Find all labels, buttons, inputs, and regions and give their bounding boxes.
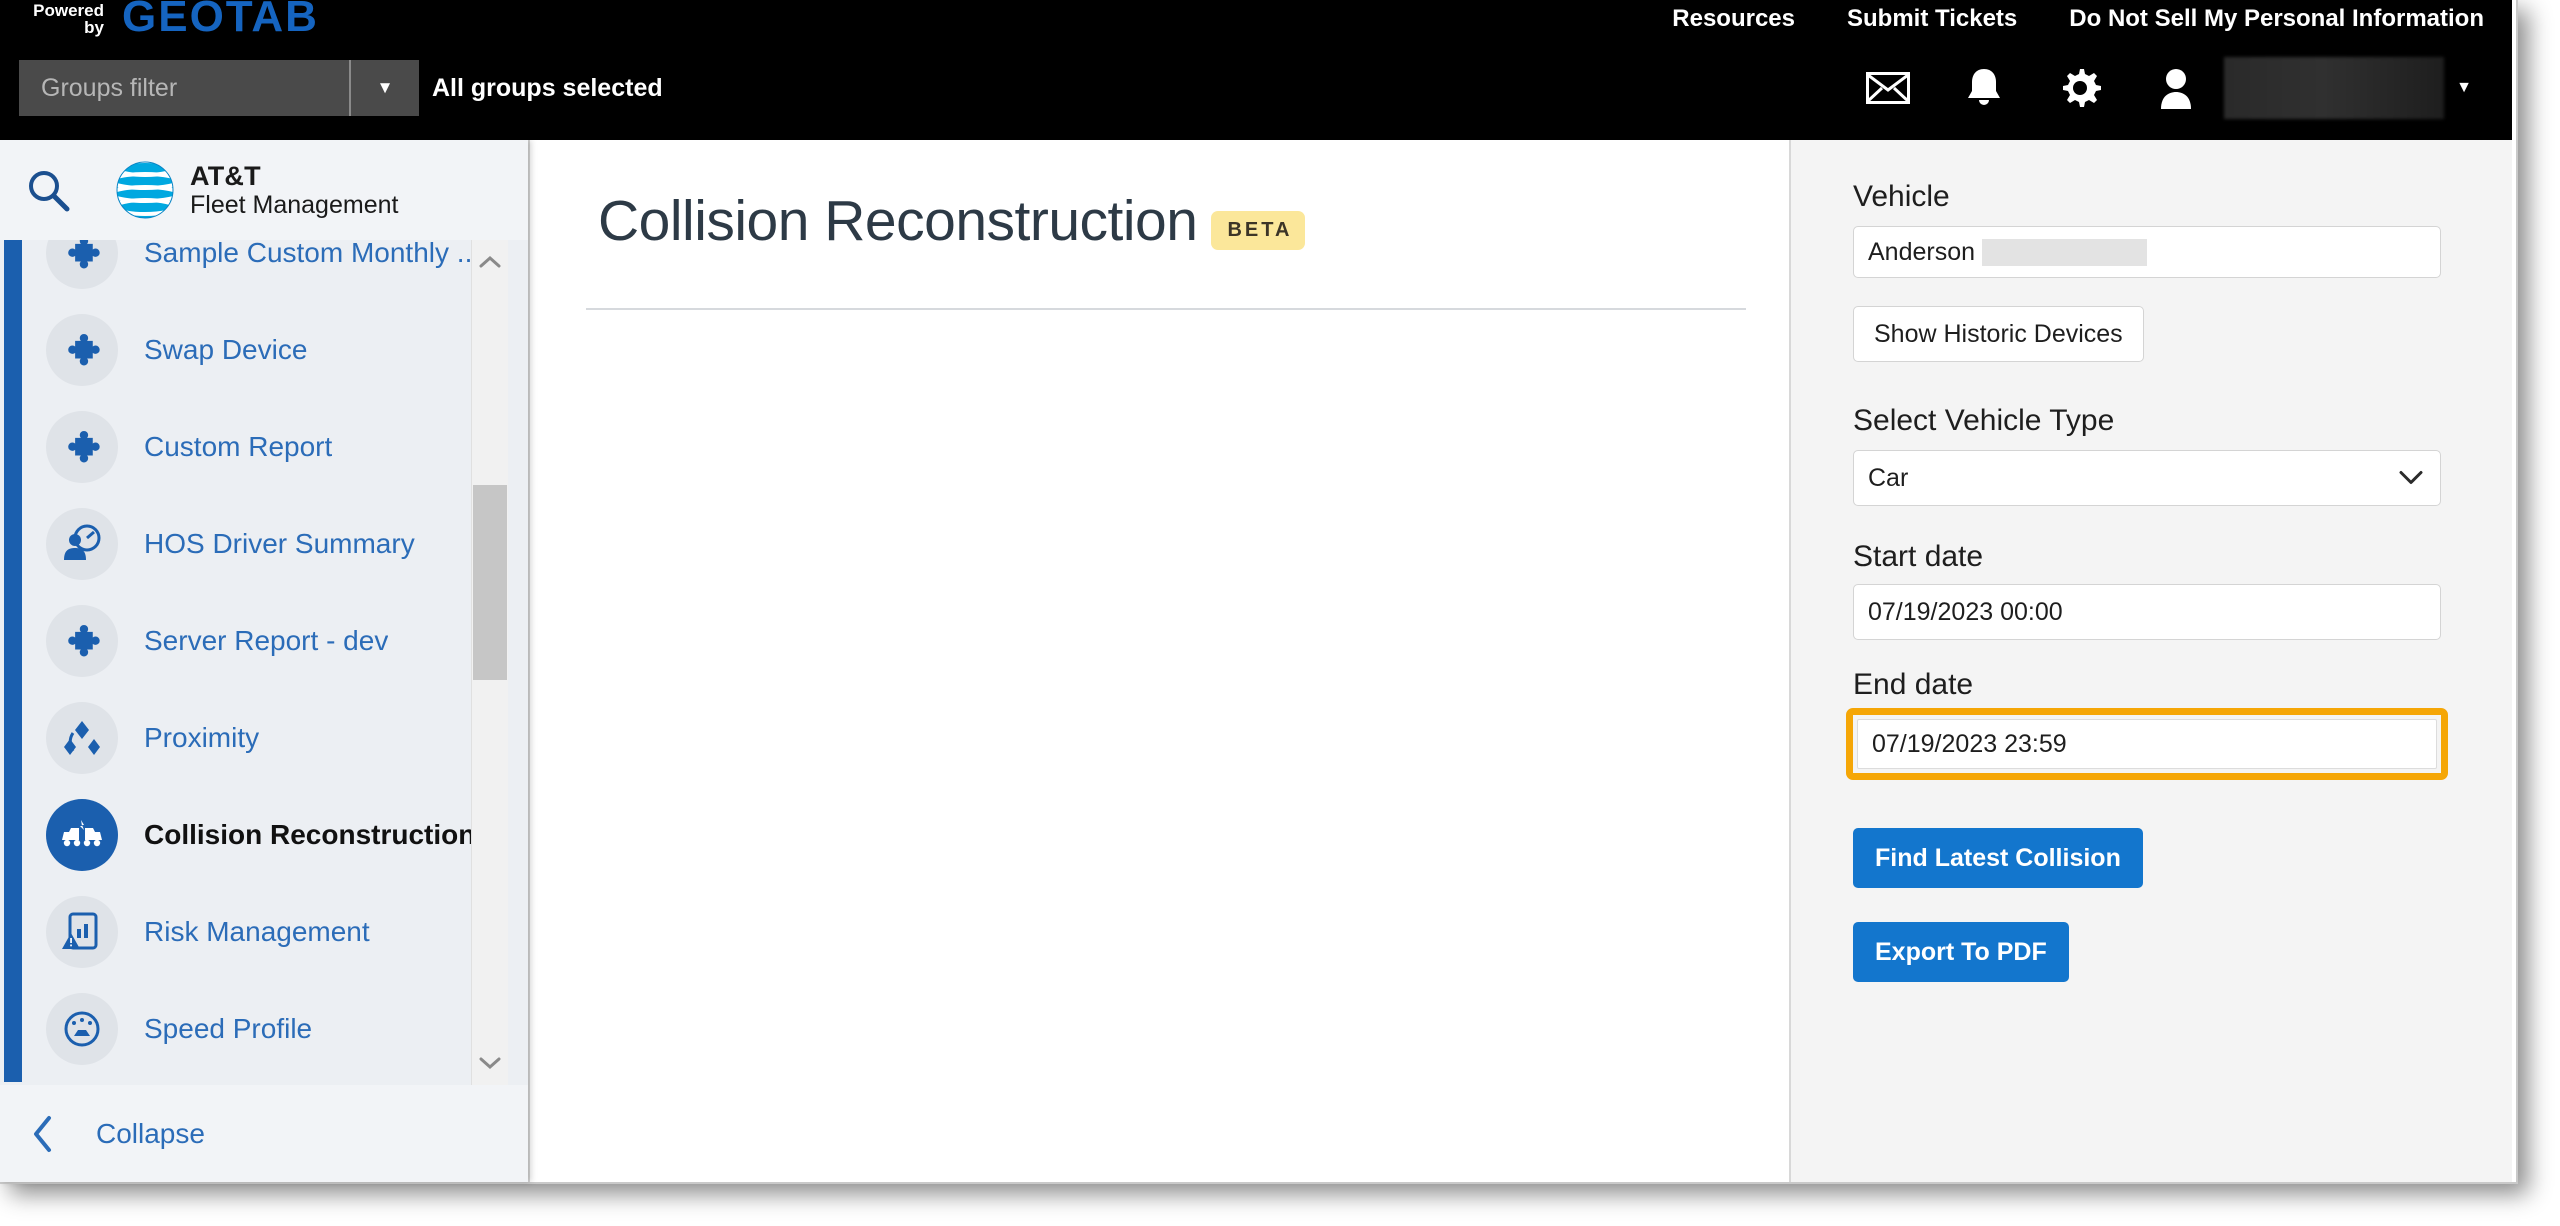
- groups-filter-control[interactable]: Groups filter ▼: [19, 60, 419, 116]
- sidebar-scrollbar-thumb[interactable]: [473, 485, 507, 680]
- main-content-area: Collision Reconstruction BETA: [528, 140, 1787, 1182]
- sidebar-item-label: Custom Report: [144, 430, 333, 462]
- groups-filter-input[interactable]: Groups filter: [19, 74, 349, 103]
- speedometer-icon: [46, 992, 118, 1065]
- sidebar-item-label: Sample Custom Monthly ...: [144, 240, 481, 268]
- show-historic-devices-button[interactable]: Show Historic Devices: [1853, 306, 2144, 362]
- left-sidebar: AT&T Fleet Management Sample Custom Mont…: [0, 140, 528, 1182]
- puzzle-icon: [46, 240, 118, 289]
- sidebar-accent-strip: [4, 240, 22, 1082]
- scroll-up-arrow-icon[interactable]: [472, 244, 508, 280]
- top-nav-links: Resources Submit Tickets Do Not Sell My …: [1672, 0, 2484, 38]
- puzzle-icon: [46, 410, 118, 483]
- show-historic-devices-row: Show Historic Devices: [1853, 306, 2445, 362]
- sidebar-item-label: HOS Driver Summary: [144, 527, 415, 559]
- att-brand-line1: AT&T: [190, 160, 261, 191]
- sidebar-item-label: Server Report - dev: [144, 624, 389, 656]
- start-date-input[interactable]: 07/19/2023 00:00: [1853, 584, 2441, 640]
- sidebar-item-risk-management[interactable]: Risk Management: [24, 883, 502, 980]
- sidebar-collapse-button[interactable]: Collapse: [0, 1085, 528, 1182]
- sidebar-item-label: Proximity: [144, 721, 260, 753]
- vehicle-type-value: Car: [1868, 463, 1909, 492]
- powered-by-line2: by: [84, 18, 104, 37]
- sidebar-item-label: Collision Reconstruction: [144, 818, 476, 850]
- sidebar-item-collision-reconstruction[interactable]: Collision Reconstruction: [24, 786, 502, 883]
- user-menu-caret-icon[interactable]: ▼: [2444, 55, 2484, 121]
- sidebar-item-label: Risk Management: [144, 915, 370, 947]
- chevron-left-icon: [30, 1114, 56, 1154]
- sidebar-header: AT&T Fleet Management: [0, 140, 528, 240]
- groups-selected-status: All groups selected: [432, 74, 663, 102]
- find-latest-collision-row: Find Latest Collision: [1853, 828, 2445, 888]
- vehicle-input-value: Anderson: [1868, 237, 1976, 266]
- chevron-down-icon: [2398, 464, 2424, 493]
- right-panel-form: Vehicle Anderson Show Historic Devices S…: [1846, 140, 2448, 982]
- find-latest-collision-button[interactable]: Find Latest Collision: [1853, 828, 2143, 888]
- puzzle-icon: [46, 313, 118, 386]
- end-date-label: End date: [1853, 668, 1974, 701]
- att-brand-text: AT&T Fleet Management: [190, 161, 398, 219]
- top-link-submit-tickets[interactable]: Submit Tickets: [1847, 5, 2017, 33]
- sidebar-collapse-label: Collapse: [96, 1117, 205, 1149]
- user-icon[interactable]: [2128, 55, 2224, 121]
- proximity-icon: [46, 701, 118, 774]
- gear-icon[interactable]: [2032, 55, 2128, 121]
- screenshot-root: Powered by GEOTAB Resources Submit Ticke…: [0, 0, 2560, 1226]
- att-brand: AT&T Fleet Management: [114, 159, 398, 221]
- sidebar-item-speed-profile[interactable]: Speed Profile: [24, 980, 502, 1077]
- vehicle-type-select[interactable]: Car: [1853, 450, 2441, 506]
- end-date-highlight-annotation: 07/19/2023 23:59: [1846, 708, 2448, 780]
- sidebar-item-proximity[interactable]: Proximity: [24, 689, 502, 786]
- search-icon[interactable]: [0, 166, 96, 214]
- mail-icon[interactable]: [1840, 55, 1936, 121]
- top-link-resources[interactable]: Resources: [1672, 5, 1795, 33]
- powered-by-label: Powered by: [22, 2, 104, 36]
- sidebar-item-label: Swap Device: [144, 333, 308, 365]
- vehicle-input[interactable]: Anderson: [1853, 226, 2441, 278]
- sidebar-item-custom-report[interactable]: Custom Report: [24, 398, 502, 495]
- bell-icon[interactable]: [1936, 55, 2032, 121]
- vehicle-name-redacted: [1982, 238, 2148, 266]
- title-divider: [586, 308, 1746, 310]
- sidebar-item-label: Speed Profile: [144, 1012, 313, 1044]
- sidebar-item-sample-custom-monthly[interactable]: Sample Custom Monthly ...: [24, 240, 502, 301]
- right-settings-panel: Vehicle Anderson Show Historic Devices S…: [1789, 140, 2512, 1182]
- vehicle-label: Vehicle: [1853, 180, 1950, 213]
- sidebar-scrollbar[interactable]: [471, 240, 508, 1085]
- top-icon-cluster: ▼: [1840, 55, 2484, 121]
- sidebar-item-server-report-dev[interactable]: Server Report - dev: [24, 592, 502, 689]
- att-globe-icon: [116, 161, 174, 219]
- page-title: Collision Reconstruction: [598, 189, 1198, 253]
- att-brand-line2: Fleet Management: [190, 191, 399, 220]
- vehicle-type-label: Select Vehicle Type: [1853, 404, 2115, 437]
- export-to-pdf-row: Export To PDF: [1853, 922, 2445, 982]
- end-date-input[interactable]: 07/19/2023 23:59: [1857, 719, 2437, 769]
- page-title-row: Collision Reconstruction BETA: [598, 188, 1306, 254]
- sidebar-item-swap-device[interactable]: Swap Device: [24, 301, 502, 398]
- top-link-do-not-sell[interactable]: Do Not Sell My Personal Information: [2069, 5, 2484, 33]
- risk-document-icon: [46, 895, 118, 968]
- beta-badge: BETA: [1211, 210, 1306, 250]
- sidebar-menu-list: Sample Custom Monthly ... Swap Device Cu…: [24, 240, 502, 1085]
- driver-gauge-icon: [46, 507, 118, 580]
- user-name-redacted: [2224, 57, 2444, 119]
- export-to-pdf-button[interactable]: Export To PDF: [1853, 922, 2069, 982]
- groups-filter-dropdown-arrow[interactable]: ▼: [349, 60, 419, 116]
- sidebar-item-hos-driver-summary[interactable]: HOS Driver Summary: [24, 495, 502, 592]
- start-date-label: Start date: [1853, 540, 1984, 573]
- top-header-bar: Powered by GEOTAB Resources Submit Ticke…: [0, 0, 2512, 140]
- powered-by-line1: Powered: [33, 1, 104, 20]
- puzzle-icon: [46, 604, 118, 677]
- geotab-logo: GEOTAB: [122, 0, 319, 41]
- collision-icon: [46, 798, 118, 871]
- scroll-down-arrow-icon[interactable]: [472, 1045, 508, 1081]
